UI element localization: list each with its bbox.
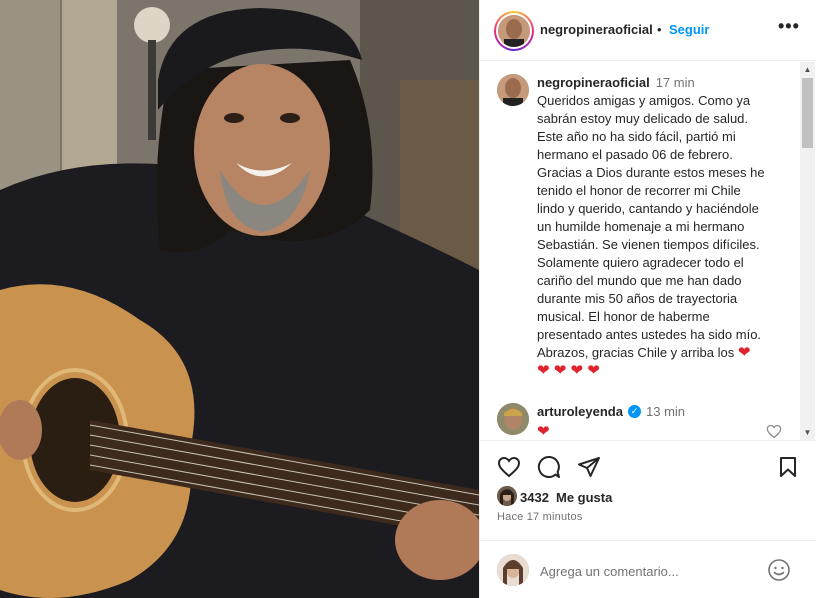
scroll-up-arrow-icon[interactable]: ▲ bbox=[803, 65, 812, 74]
comment-like-heart-icon[interactable] bbox=[766, 424, 782, 439]
post-photo[interactable] bbox=[0, 0, 479, 598]
caption-line: Este año no ha sido fácil, partió mi bbox=[537, 129, 736, 144]
posted-time[interactable]: Hace 17 minutos bbox=[497, 511, 583, 523]
caption-line: Solamente quiero agradecer todo el bbox=[537, 255, 744, 270]
caption: negropineraoficial 17 min Queridos amigas… bbox=[537, 74, 792, 380]
follow-button[interactable]: Seguir bbox=[669, 22, 709, 37]
heart-emoji-row: ❤ ❤ ❤ ❤ bbox=[537, 362, 600, 379]
emoji-picker-icon[interactable] bbox=[767, 558, 791, 582]
post-photo-illustration bbox=[0, 0, 479, 598]
likes-count[interactable]: 3432 bbox=[520, 490, 549, 505]
save-bookmark-icon[interactable] bbox=[778, 456, 798, 478]
author-username[interactable]: negropineraoficial bbox=[540, 22, 653, 37]
caption-line: Queridos amigas y amigos. Como ya bbox=[537, 93, 751, 108]
caption-line: un humilde homenaje a mi hermano bbox=[537, 219, 745, 234]
caption-line: lindo y querido, cantando y haciéndole bbox=[537, 201, 759, 216]
more-options-icon[interactable]: ••• bbox=[778, 16, 799, 36]
caption-line: musical. El honor de haberme bbox=[537, 309, 710, 324]
comments-scrollbar[interactable]: ▲ ▼ bbox=[800, 62, 815, 440]
current-user-avatar bbox=[497, 554, 529, 586]
caption-line: hermano el pasado 06 de febrero. bbox=[537, 147, 733, 162]
caption-line: sabrán estoy muy delicado de salud. bbox=[537, 111, 749, 126]
caption-username[interactable]: negropineraoficial bbox=[537, 75, 650, 90]
caption-line: cariño del mundo que me han dado bbox=[537, 273, 742, 288]
like-heart-icon[interactable] bbox=[497, 456, 521, 478]
caption-line: Gracias a Dios durante estos meses he bbox=[537, 165, 765, 180]
post-side-panel: negropineraoficial • Seguir ••• negropin… bbox=[479, 0, 816, 598]
caption-line: durante mis 50 años de trayectoria bbox=[537, 291, 738, 306]
scroll-down-arrow-icon[interactable]: ▼ bbox=[803, 428, 812, 437]
likes-label[interactable]: Me gusta bbox=[556, 490, 612, 505]
heart-emoji-inline: ❤ bbox=[737, 344, 751, 361]
post-header: negropineraoficial • Seguir ••• bbox=[480, 0, 816, 61]
comment-input[interactable] bbox=[540, 560, 755, 582]
scrollbar-thumb[interactable] bbox=[802, 78, 813, 148]
caption-time[interactable]: 17 min bbox=[656, 75, 695, 90]
instagram-post-modal: negropineraoficial • Seguir ••• negropin… bbox=[0, 0, 816, 598]
caption-line: tenido el honor de recorrer mi Chile bbox=[537, 183, 741, 198]
author-avatar[interactable] bbox=[498, 15, 530, 47]
comments-section[interactable]: negropineraoficial 17 min Queridos amigas… bbox=[480, 62, 816, 440]
verified-badge-icon: ✓ bbox=[628, 405, 641, 418]
comment-time[interactable]: 13 min bbox=[646, 404, 685, 419]
caption-line: Abrazos, gracias Chile y arriba los bbox=[537, 345, 735, 360]
comment-text: ❤ bbox=[537, 423, 550, 440]
add-comment-bar bbox=[480, 540, 816, 598]
caption-line: presentado antes ustedes ha sido mío. bbox=[537, 327, 762, 342]
header-separator: • bbox=[657, 22, 662, 37]
comment-bubble-icon[interactable] bbox=[537, 455, 561, 479]
liker-avatar[interactable] bbox=[497, 486, 517, 506]
story-ring[interactable] bbox=[494, 11, 534, 51]
share-send-icon[interactable] bbox=[577, 455, 601, 479]
caption-line: Sebastián. Se vienen tiempos difíciles. bbox=[537, 237, 760, 252]
comment-username[interactable]: arturoleyenda bbox=[537, 404, 623, 419]
caption-author-avatar[interactable] bbox=[497, 74, 529, 106]
comment-author-avatar[interactable] bbox=[497, 403, 529, 435]
